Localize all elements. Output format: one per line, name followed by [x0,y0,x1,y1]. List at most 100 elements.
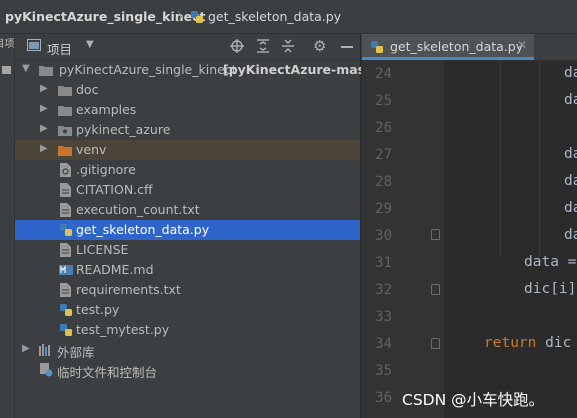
fold-marker[interactable] [431,229,440,240]
tree-item-label: LICENSE [76,242,129,257]
tree-item-execution-count[interactable]: execution_count.txt [15,200,360,220]
locate-icon[interactable] [230,39,244,53]
line-number: 33 [375,309,392,325]
tree-item-test-mytest[interactable]: test_mytest.py [15,320,360,340]
package-folder-icon [58,126,72,136]
line-number: 30 [375,228,392,244]
tree-item-gitignore[interactable]: .gitignore [15,160,360,180]
collapse-all-icon[interactable] [281,39,295,53]
tree-item-requirements[interactable]: requirements.txt [15,280,360,300]
tree-item-label: 临时文件和控制台 [57,365,158,380]
tree-item-venv[interactable]: ▶ venv [15,140,360,160]
tree-item-pykinect-azure[interactable]: ▶ pykinect_azure [15,120,360,140]
tree-item-label: examples [76,102,137,117]
tree-item-test[interactable]: test.py [15,300,360,320]
code-line: da [564,227,577,243]
tree-item-label: .gitignore [76,162,136,177]
tree-item-label: doc [76,82,99,97]
line-number: 24 [375,66,392,82]
view-dropdown-icon[interactable]: ▼ [86,39,94,50]
python-file-icon [60,304,72,316]
text-file-icon [60,203,71,217]
library-icon [39,344,50,356]
tree-item-label: requirements.txt [76,282,181,297]
tree-item-readme[interactable]: README.md [15,260,360,280]
project-panel-title[interactable]: 项目 [47,39,72,58]
breadcrumb-file[interactable]: get_skeleton_data.py [208,9,341,24]
folder-icon [39,66,53,76]
python-file-icon [60,224,72,236]
code-line: da [564,92,577,108]
line-number: 32 [375,282,392,298]
tree-item-label: test.py [76,302,120,317]
tree-item-license[interactable]: LICENSE [15,240,360,260]
gitignore-file-icon [60,163,71,177]
markdown-file-icon [59,265,73,275]
chevron-right-icon[interactable]: ▶ [22,343,30,354]
folder-icon [58,106,72,116]
code-line: da [564,146,577,162]
tree-item-label: pykinect_azure [76,122,171,137]
tree-item-label: CITATION.cff [76,182,153,197]
line-number: 35 [375,363,392,379]
line-number: 25 [375,93,392,109]
tree-item-citation[interactable]: CITATION.cff [15,180,360,200]
tree-item-external-libraries[interactable]: ▶ 外部库 [15,340,360,360]
expand-all-icon[interactable] [256,39,270,53]
chevron-right-icon[interactable]: ▶ [40,83,48,94]
indent-guide [500,61,501,257]
indent-guide [539,61,540,257]
gear-icon[interactable]: ⚙ [313,37,326,55]
close-icon[interactable]: ✕ [517,38,527,52]
line-number: 34 [375,336,392,352]
tree-item-label: execution_count.txt [76,202,200,217]
tree-item-label: test_mytest.py [76,322,170,337]
folder-icon [2,66,11,74]
tool-window-stripe [0,34,15,418]
line-number: 29 [375,201,392,217]
code-line: data = [524,254,577,270]
minimize-icon[interactable] [341,46,353,48]
fold-marker[interactable] [431,284,440,295]
line-number: 31 [375,255,392,271]
line-number: 36 [375,390,392,406]
chevron-right-icon[interactable]: ▶ [40,103,48,114]
line-number: 26 [375,120,392,136]
chevron-right-icon[interactable]: ▶ [40,123,48,134]
root-label: pyKinectAzure_single_kinect [59,62,237,77]
python-file-icon [60,324,72,336]
editor-tab-label: get_skeleton_data.py [390,39,524,54]
text-file-icon [60,183,71,197]
project-tool-button[interactable]: 项目 [0,38,13,56]
python-file-icon [191,11,203,23]
breadcrumb-separator: 〉 [177,10,190,24]
code-line: da [564,200,577,216]
python-file-icon [371,41,383,53]
tree-item-label: get_skeleton_data.py [76,222,210,237]
code-line: dic[i] [524,281,577,297]
tree-item-examples[interactable]: ▶ examples [15,100,360,120]
breadcrumb-project[interactable]: pyKinectAzure_single_kinect [5,9,206,24]
tree-item-label: README.md [76,262,154,277]
folder-icon [58,86,72,96]
tree-item-get-skeleton-data[interactable]: get_skeleton_data.py [15,220,360,240]
fold-marker[interactable] [431,338,440,349]
project-view-icon [27,39,41,51]
text-file-icon [60,243,71,257]
line-number: 27 [375,147,392,163]
chevron-right-icon[interactable]: ▶ [40,143,48,154]
tree-item-doc[interactable]: ▶ doc [15,80,360,100]
text-file-icon [60,283,71,297]
code-line: da [564,65,577,81]
scratches-icon [40,363,53,377]
project-tool-label: 项目 [0,38,13,48]
code-line-return: return dic [484,335,572,351]
line-number: 28 [375,174,392,190]
code-line: da [564,173,577,189]
tree-item-scratches[interactable]: 临时文件和控制台 [15,360,360,380]
chevron-down-icon[interactable]: ▼ [22,63,30,74]
excluded-folder-icon [58,146,72,156]
watermark: CSDN @小车快跑。 [402,391,545,409]
tree-item-label: venv [76,142,107,157]
tree-root[interactable]: ▼ pyKinectAzure_single_kinect [pyKinectA… [15,60,386,80]
